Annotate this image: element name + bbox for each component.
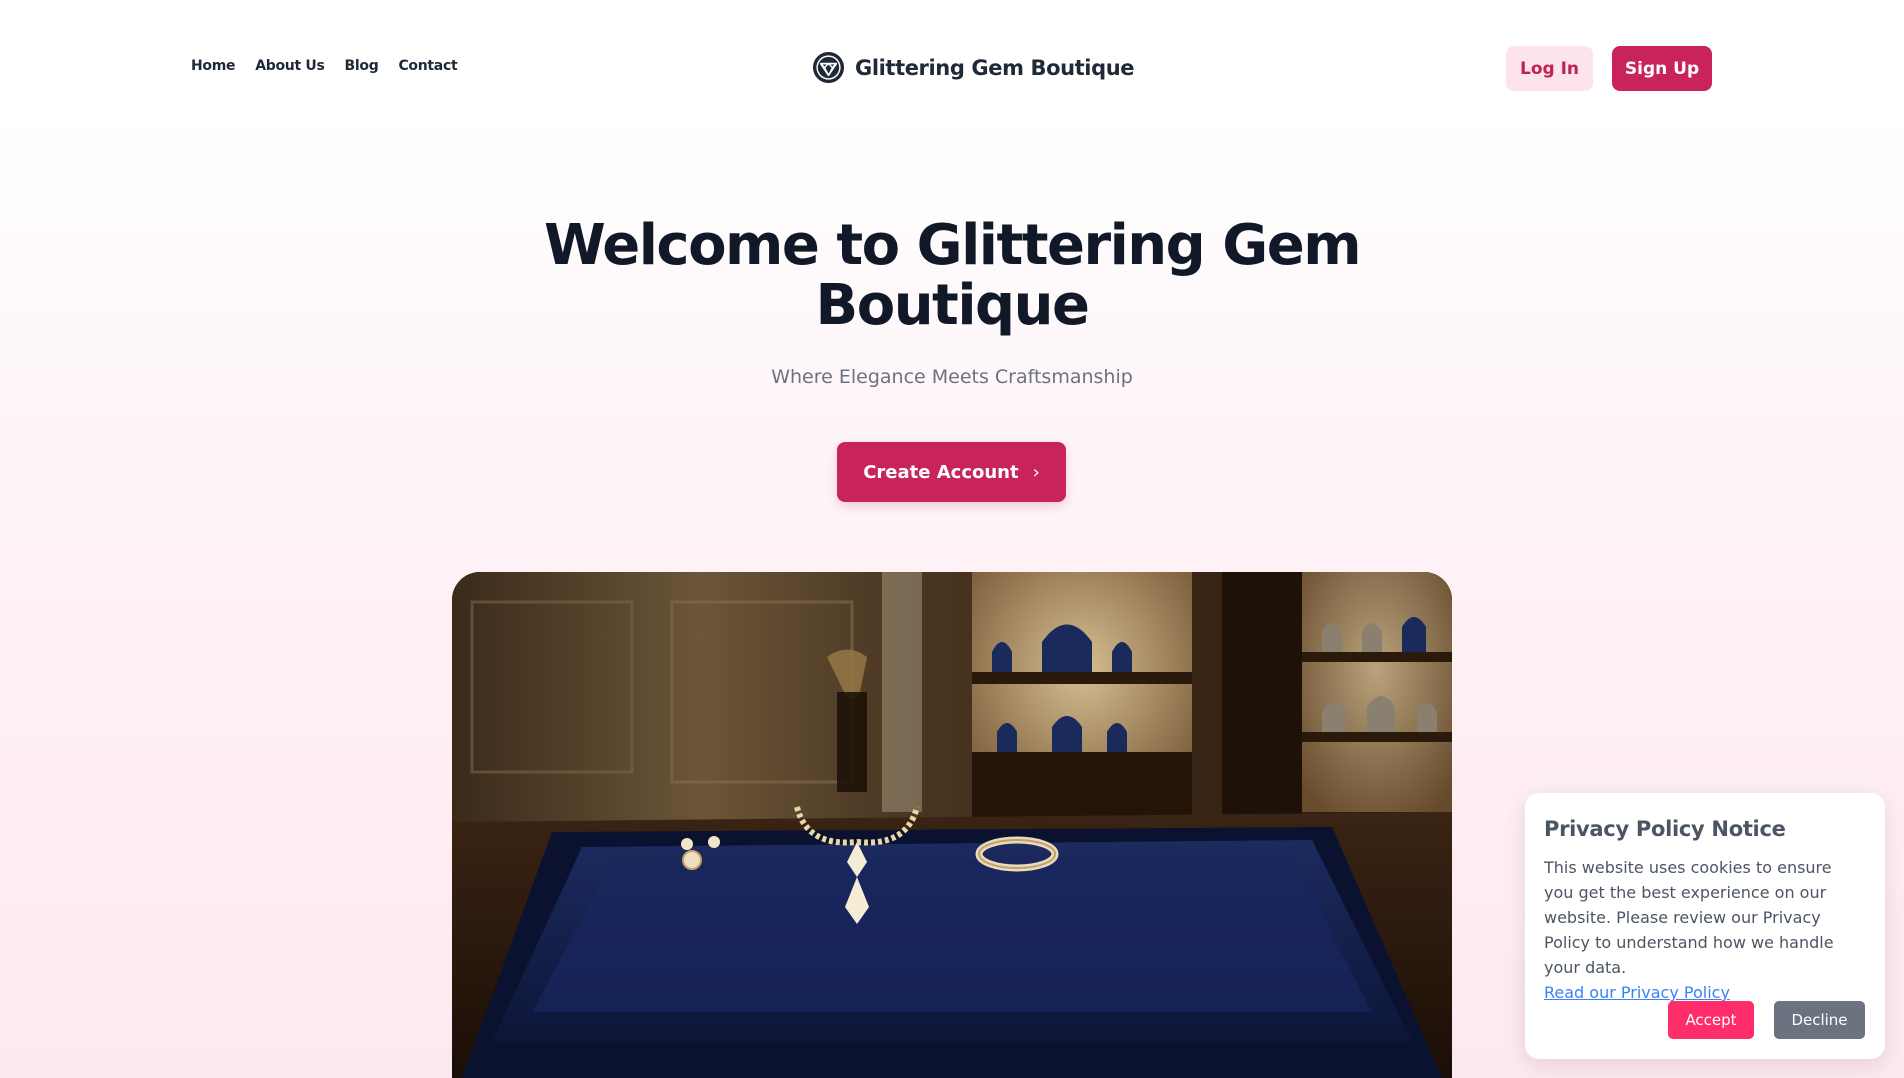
create-account-button[interactable]: Create Account ›: [837, 442, 1066, 502]
hero-title-line-2: Boutique: [815, 273, 1090, 338]
site-header: Home About Us Blog Contact Glittering Ge…: [0, 0, 1904, 137]
privacy-notice-body: This website uses cookies to ensure you …: [1544, 858, 1834, 977]
accept-button[interactable]: Accept: [1668, 1001, 1754, 1039]
hero-title-line-1: Welcome to Glittering Gem: [543, 213, 1362, 278]
main-nav: Home About Us Blog Contact: [191, 58, 458, 74]
brand-name: Glittering Gem Boutique: [855, 55, 1135, 80]
privacy-notice-title: Privacy Policy Notice: [1544, 817, 1786, 841]
login-button[interactable]: Log In: [1506, 46, 1593, 91]
nav-about-link[interactable]: About Us: [255, 58, 325, 74]
privacy-notice-card: Privacy Policy Notice This website uses …: [1525, 793, 1885, 1059]
chevron-right-icon: ›: [1032, 461, 1040, 483]
signup-button[interactable]: Sign Up: [1612, 46, 1712, 91]
hero-subtitle: Where Elegance Meets Craftsmanship: [771, 366, 1133, 388]
jewelry-display-photo: [452, 572, 1452, 1078]
nav-blog-link[interactable]: Blog: [345, 58, 379, 74]
create-account-label: Create Account: [863, 461, 1019, 483]
gem-logo-icon: [812, 51, 845, 84]
privacy-notice-actions: Accept Decline: [1668, 1001, 1865, 1039]
jewelry-display-illustration: [452, 572, 1452, 1078]
nav-home-link[interactable]: Home: [191, 58, 236, 74]
decline-button[interactable]: Decline: [1774, 1001, 1865, 1039]
brand[interactable]: Glittering Gem Boutique: [812, 51, 1135, 84]
hero-title: Welcome to Glittering Gem Boutique: [0, 216, 1904, 336]
nav-contact-link[interactable]: Contact: [398, 58, 457, 74]
